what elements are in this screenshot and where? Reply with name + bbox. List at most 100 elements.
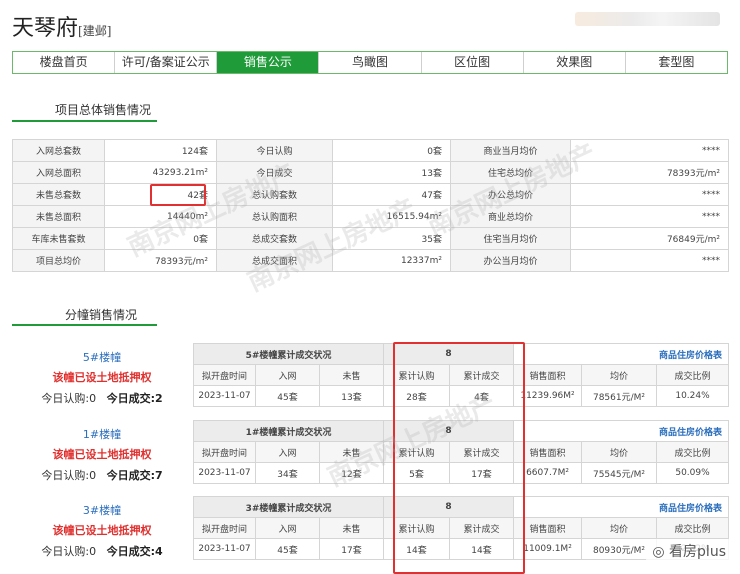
highlight-cumulative-columns bbox=[393, 342, 525, 574]
overview-label: 总成交套数 bbox=[216, 227, 333, 250]
table-cell: 50.09% bbox=[656, 462, 730, 484]
overview-label: 住宅总均价 bbox=[450, 161, 571, 184]
badge-label: 看房plus bbox=[669, 544, 726, 560]
table-cell: 2023-11-07 bbox=[193, 385, 256, 407]
overview-table: 入网总套数 124套 今日认购 0套 商业当月均价 **** 入网总面积 43293.21m²… bbox=[12, 139, 729, 272]
today-deal-label: 今日成交: bbox=[106, 392, 155, 405]
today-sub-label: 今日认购: bbox=[41, 392, 90, 405]
price-table-link[interactable]: 商品住房价格表 bbox=[513, 420, 730, 442]
column-header: 未售 bbox=[319, 364, 384, 386]
price-table-link[interactable]: 商品住房价格表 bbox=[513, 496, 730, 518]
overview-value: 0套 bbox=[332, 139, 451, 162]
today-sub-label: 今日认购: bbox=[41, 545, 90, 558]
tab-home[interactable]: 楼盘首页 bbox=[13, 52, 116, 73]
overview-label: 商业总均价 bbox=[450, 205, 571, 228]
table-cell: 12套 bbox=[319, 462, 384, 484]
overview-value: 16515.94m² bbox=[332, 205, 451, 228]
tab-floorplan[interactable]: 套型图 bbox=[626, 52, 727, 73]
project-name: 天琴府 bbox=[12, 16, 79, 41]
overview-label: 车库未售套数 bbox=[12, 227, 105, 250]
overview-row: 入网总面积 43293.21m² 今日成交 13套 住宅总均价 78393元/m² bbox=[12, 161, 729, 184]
column-header: 未售 bbox=[319, 441, 384, 463]
building-link[interactable]: 3#楼幢 bbox=[12, 502, 192, 518]
main-nav: 楼盘首页 许可/备案证公示 销售公示 鸟瞰图 区位图 效果图 套型图 bbox=[12, 51, 728, 74]
overview-value: **** bbox=[570, 139, 729, 162]
overview-label: 未售总面积 bbox=[12, 205, 105, 228]
column-header: 均价 bbox=[581, 364, 658, 386]
overview-value: 14440m² bbox=[104, 205, 217, 228]
overview-label: 今日认购 bbox=[216, 139, 333, 162]
today-stats: 今日认购:0 今日成交:2 bbox=[12, 390, 192, 406]
tab-location[interactable]: 区位图 bbox=[422, 52, 524, 73]
today-sub-value: 0 bbox=[89, 545, 97, 558]
overview-label: 未售总套数 bbox=[12, 183, 105, 206]
tab-permits[interactable]: 许可/备案证公示 bbox=[115, 52, 218, 73]
wechat-badge: ◎ 看房plus bbox=[646, 539, 732, 563]
column-header: 成交比例 bbox=[656, 517, 730, 539]
column-header: 入网 bbox=[255, 517, 320, 539]
today-deal-value: 4 bbox=[154, 545, 163, 558]
status-title: 1#楼幢累计成交状况 bbox=[193, 420, 384, 442]
status-title: 3#楼幢累计成交状况 bbox=[193, 496, 384, 518]
highlight-unsold-count bbox=[150, 184, 206, 206]
table-cell: 2023-11-07 bbox=[193, 462, 256, 484]
mortgage-notice: 该幢已设土地抵押权 bbox=[52, 371, 152, 384]
overview-value: **** bbox=[570, 205, 729, 228]
overview-value: 47套 bbox=[332, 183, 451, 206]
today-sub-label: 今日认购: bbox=[41, 469, 90, 482]
building-summary: 1#楼幢该幢已设土地抵押权今日认购:0 今日成交:7 bbox=[12, 426, 192, 483]
overview-label: 办公当月均价 bbox=[450, 249, 571, 272]
table-cell: 10.24% bbox=[656, 385, 730, 407]
overview-label: 商业当月均价 bbox=[450, 139, 571, 162]
table-cell: 13套 bbox=[319, 385, 384, 407]
overview-value: 13套 bbox=[332, 161, 451, 184]
overview-label: 总认购面积 bbox=[216, 205, 333, 228]
column-header: 成交比例 bbox=[656, 364, 730, 386]
column-header: 拟开盘时间 bbox=[193, 441, 256, 463]
column-header: 入网 bbox=[255, 441, 320, 463]
building-link[interactable]: 5#楼幢 bbox=[12, 349, 192, 365]
overview-value: 78393元/m² bbox=[570, 161, 729, 184]
building-link[interactable]: 1#楼幢 bbox=[12, 426, 192, 442]
status-title: 5#楼幢累计成交状况 bbox=[193, 343, 384, 365]
table-cell: 80930元/M² bbox=[581, 538, 658, 560]
tab-aerial[interactable]: 鸟瞰图 bbox=[319, 52, 422, 73]
today-deal-value: 2 bbox=[154, 392, 163, 405]
building-summary: 3#楼幢该幢已设土地抵押权今日认购:0 今日成交:4 bbox=[12, 502, 192, 559]
blurred-user-info bbox=[575, 12, 720, 26]
overview-value: 0套 bbox=[104, 227, 217, 250]
building-summary: 5#楼幢该幢已设土地抵押权今日认购:0 今日成交:2 bbox=[12, 349, 192, 406]
column-header: 拟开盘时间 bbox=[193, 517, 256, 539]
overview-value: 43293.21m² bbox=[104, 161, 217, 184]
today-deal-label: 今日成交: bbox=[106, 469, 155, 482]
column-header: 成交比例 bbox=[656, 441, 730, 463]
table-cell: 75545元/M² bbox=[581, 462, 658, 484]
column-header: 拟开盘时间 bbox=[193, 364, 256, 386]
today-stats: 今日认购:0 今日成交:4 bbox=[12, 543, 192, 559]
tab-rendering[interactable]: 效果图 bbox=[524, 52, 626, 73]
table-cell: 17套 bbox=[319, 538, 384, 560]
today-deal-value: 7 bbox=[154, 469, 163, 482]
overview-underline bbox=[12, 120, 157, 122]
overview-label: 项目总均价 bbox=[12, 249, 105, 272]
overview-value: 78393元/m² bbox=[104, 249, 217, 272]
today-sub-value: 0 bbox=[89, 392, 97, 405]
today-stats: 今日认购:0 今日成交:7 bbox=[12, 467, 192, 483]
overview-row: 未售总面积 14440m² 总认购面积 16515.94m² 商业总均价 **** bbox=[12, 205, 729, 228]
overview-heading: 项目总体销售情况 bbox=[55, 103, 152, 117]
mortgage-notice: 该幢已设土地抵押权 bbox=[52, 524, 152, 537]
mortgage-notice: 该幢已设土地抵押权 bbox=[52, 448, 152, 461]
overview-value: **** bbox=[570, 183, 729, 206]
column-header: 均价 bbox=[581, 517, 658, 539]
tab-sales[interactable]: 销售公示 bbox=[217, 52, 320, 73]
column-header: 入网 bbox=[255, 364, 320, 386]
overview-value: 124套 bbox=[104, 139, 217, 162]
column-header: 均价 bbox=[581, 441, 658, 463]
today-sub-value: 0 bbox=[89, 469, 97, 482]
overview-value: **** bbox=[570, 249, 729, 272]
column-header: 未售 bbox=[319, 517, 384, 539]
overview-label: 办公总均价 bbox=[450, 183, 571, 206]
table-cell: 45套 bbox=[255, 538, 320, 560]
price-table-link[interactable]: 商品住房价格表 bbox=[513, 343, 730, 365]
overview-value: 76849元/m² bbox=[570, 227, 729, 250]
